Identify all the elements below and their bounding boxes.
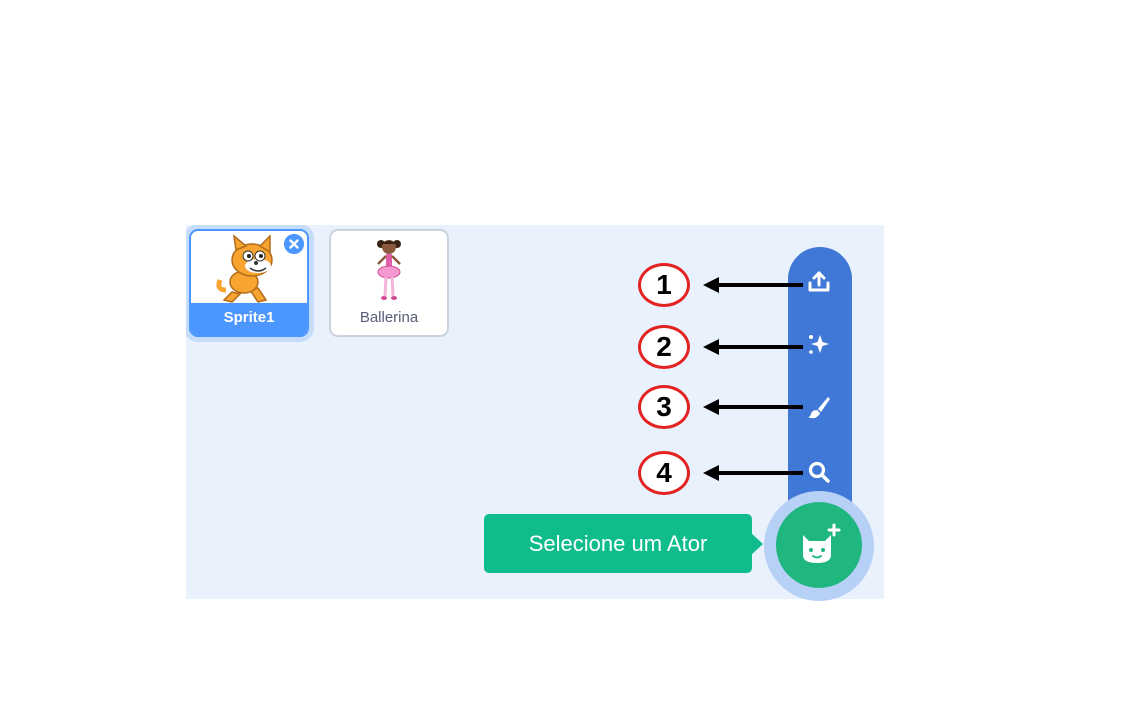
callout-3: 3 bbox=[638, 385, 690, 429]
upload-icon bbox=[808, 271, 830, 292]
cat-plus-icon bbox=[803, 523, 841, 563]
arrow-4-icon bbox=[703, 465, 803, 481]
callout-2: 2 bbox=[638, 325, 690, 369]
arrow-1-icon bbox=[703, 277, 803, 293]
arrow-2-icon bbox=[703, 339, 803, 355]
ballerina-icon bbox=[331, 233, 447, 305]
add-sprite-button[interactable] bbox=[776, 502, 862, 588]
sprite-name: Sprite1 bbox=[191, 303, 307, 335]
surprise-sparkle-icon bbox=[809, 335, 829, 354]
arrow-3-icon bbox=[703, 399, 803, 415]
callout-1: 1 bbox=[638, 263, 690, 307]
callout-4: 4 bbox=[638, 451, 690, 495]
paint-brush-icon bbox=[808, 397, 830, 419]
tooltip: Selecione um Ator bbox=[484, 514, 752, 573]
tooltip-pointer bbox=[751, 533, 763, 555]
search-icon bbox=[808, 461, 830, 483]
delete-sprite-button[interactable] bbox=[282, 232, 306, 256]
sprite-tile-ballerina[interactable]: Ballerina bbox=[329, 229, 449, 337]
close-icon bbox=[289, 239, 299, 249]
sprite-name: Ballerina bbox=[359, 309, 419, 326]
